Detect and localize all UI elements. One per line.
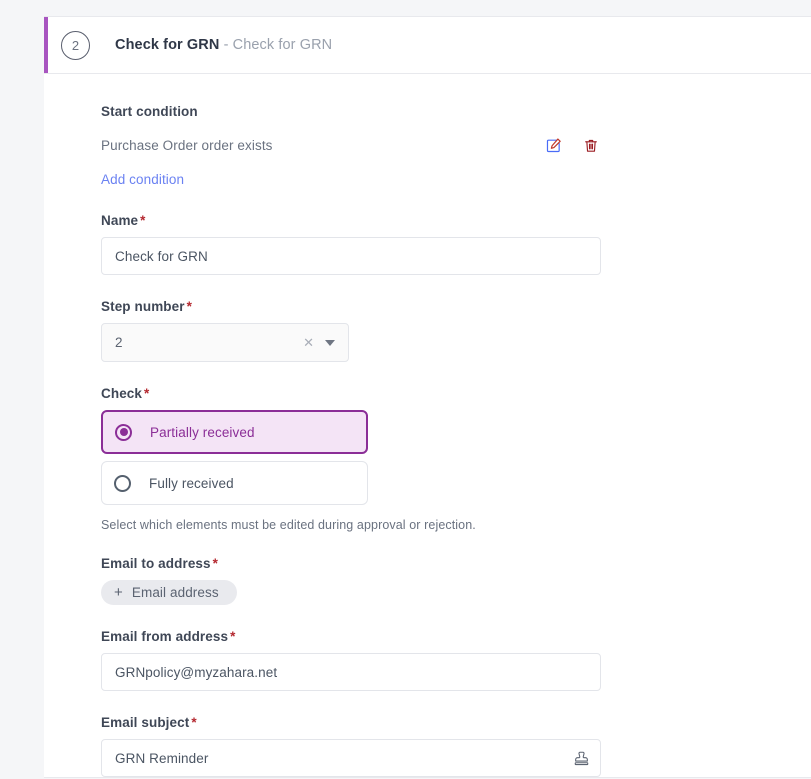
close-x-icon[interactable]: ✕ bbox=[303, 336, 314, 349]
email-from-address-input[interactable] bbox=[101, 653, 601, 691]
step-number-label: Step number * bbox=[101, 299, 811, 314]
check-label: Check * bbox=[101, 386, 811, 401]
start-condition-actions bbox=[543, 135, 601, 155]
start-condition-label: Start condition bbox=[101, 104, 198, 119]
email-from-address-label-text: Email from address bbox=[101, 629, 229, 644]
email-to-address-label-text: Email to address bbox=[101, 556, 211, 571]
check-field-group: Check * Partially received Fully received… bbox=[101, 386, 811, 532]
radio-option-partially-received[interactable]: Partially received bbox=[101, 410, 368, 454]
radio-unselected-icon bbox=[114, 474, 131, 492]
radio-label-partially-received: Partially received bbox=[150, 424, 255, 440]
step-title-separator: - bbox=[219, 37, 233, 53]
app-viewport: 2 Check for GRN - Check for GRN Start co… bbox=[0, 0, 811, 779]
step-number-controls: ✕ bbox=[303, 336, 335, 349]
name-field-group: Name * bbox=[101, 213, 811, 275]
plus-icon: + bbox=[114, 584, 123, 601]
name-label: Name * bbox=[101, 213, 811, 228]
start-condition-row: Purchase Order order exists bbox=[101, 135, 601, 155]
email-subject-label: Email subject * bbox=[101, 715, 811, 730]
step-card-header: 2 Check for GRN - Check for GRN bbox=[44, 17, 811, 74]
step-title-primary: Check for GRN bbox=[115, 37, 220, 53]
email-from-address-required-marker: * bbox=[230, 629, 236, 644]
name-input[interactable] bbox=[101, 237, 601, 275]
step-accent-bar bbox=[44, 17, 48, 73]
step-number-badge: 2 bbox=[61, 30, 90, 60]
email-to-address-group: Email to address * + Email address bbox=[101, 556, 811, 605]
radio-option-fully-received[interactable]: Fully received bbox=[101, 461, 368, 505]
email-subject-input[interactable] bbox=[101, 739, 601, 777]
email-subject-group: Email subject * bbox=[101, 715, 811, 777]
step-card-body: Start condition Purchase Order order exi… bbox=[44, 74, 811, 777]
step-title: Check for GRN - Check for GRN bbox=[115, 37, 332, 53]
rubber-stamp-icon[interactable] bbox=[571, 748, 591, 768]
email-from-address-label: Email from address * bbox=[101, 629, 811, 644]
add-email-address-chip[interactable]: + Email address bbox=[101, 580, 237, 605]
step-number-label-text: Step number bbox=[101, 299, 185, 314]
chevron-down-icon[interactable] bbox=[325, 339, 335, 346]
step-number-required-marker: * bbox=[186, 299, 192, 314]
email-to-address-required-marker: * bbox=[212, 556, 218, 571]
radio-selected-icon bbox=[115, 423, 132, 441]
trash-can-icon[interactable] bbox=[581, 135, 601, 155]
start-condition-text: Purchase Order order exists bbox=[101, 137, 273, 153]
add-email-address-chip-label: Email address bbox=[131, 585, 219, 600]
check-label-text: Check bbox=[101, 386, 143, 401]
step-title-secondary: Check for GRN bbox=[232, 37, 333, 53]
edit-pencil-square-icon[interactable] bbox=[543, 135, 563, 155]
step-number-field-group: Step number * 2 ✕ bbox=[101, 299, 811, 362]
step-number-select[interactable]: 2 ✕ bbox=[101, 323, 349, 362]
step-number-value: 2 bbox=[115, 335, 123, 350]
radio-label-fully-received: Fully received bbox=[149, 475, 234, 491]
workflow-step-card: 2 Check for GRN - Check for GRN Start co… bbox=[44, 16, 811, 778]
email-subject-label-text: Email subject bbox=[101, 715, 190, 730]
add-condition-link[interactable]: Add condition bbox=[101, 172, 184, 187]
check-helper-text: Select which elements must be edited dur… bbox=[101, 518, 476, 532]
email-to-address-label: Email to address * bbox=[101, 556, 811, 571]
name-required-marker: * bbox=[140, 213, 146, 228]
check-required-marker: * bbox=[144, 386, 150, 401]
email-from-address-group: Email from address * bbox=[101, 629, 811, 691]
name-label-text: Name bbox=[101, 213, 139, 228]
email-subject-input-wrap bbox=[101, 739, 601, 777]
email-subject-required-marker: * bbox=[191, 715, 197, 730]
